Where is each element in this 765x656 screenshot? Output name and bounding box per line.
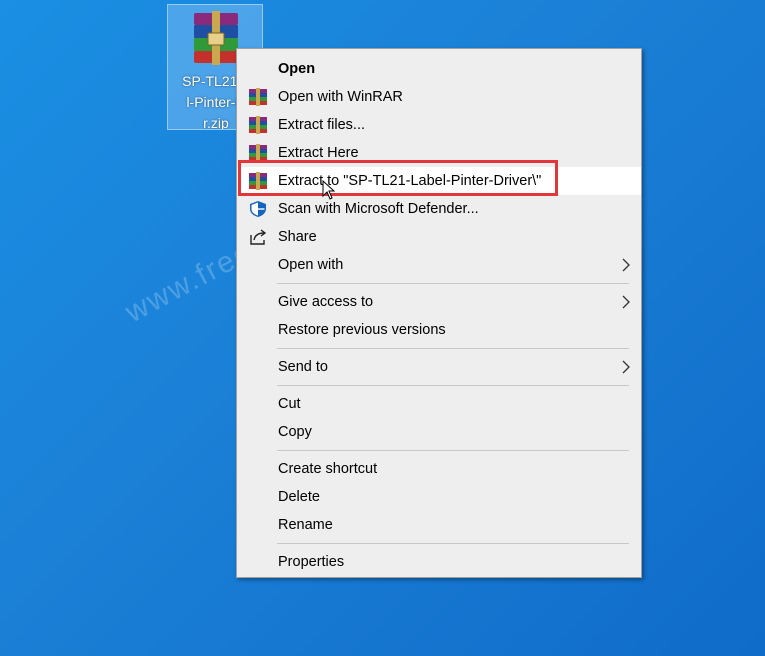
defender-shield-icon — [250, 201, 266, 217]
chevron-right-icon — [622, 295, 630, 309]
winrar-icon — [249, 144, 267, 162]
menu-item-label: Open with WinRAR — [278, 89, 403, 105]
winrar-icon — [249, 172, 267, 190]
chevron-right-icon — [622, 360, 630, 374]
menu-item-rename[interactable]: Rename — [237, 511, 641, 539]
menu-item-label: Properties — [278, 554, 345, 570]
menu-item-send-to[interactable]: Send to — [237, 353, 641, 381]
menu-item-label: Rename — [278, 517, 333, 533]
menu-item-label: Copy — [278, 424, 312, 440]
menu-separator — [277, 348, 629, 349]
menu-item-cut[interactable]: Cut — [237, 390, 641, 418]
menu-item-share[interactable]: Share — [237, 223, 641, 251]
menu-item-label: Restore previous versions — [278, 322, 446, 338]
menu-item-create-shortcut[interactable]: Create shortcut — [237, 455, 641, 483]
menu-separator — [277, 450, 629, 451]
menu-separator — [277, 385, 629, 386]
menu-item-scan-defender[interactable]: Scan with Microsoft Defender... — [237, 195, 641, 223]
menu-separator — [277, 283, 629, 284]
menu-item-open-with-winrar[interactable]: Open with WinRAR — [237, 83, 641, 111]
menu-item-label: Extract files... — [278, 117, 366, 133]
menu-item-give-access-to[interactable]: Give access to — [237, 288, 641, 316]
winrar-icon — [249, 116, 267, 134]
menu-item-extract-here[interactable]: Extract Here — [237, 139, 641, 167]
winrar-archive-icon — [194, 11, 238, 65]
menu-item-label: Delete — [278, 489, 320, 505]
menu-separator — [277, 543, 629, 544]
menu-item-label: Extract to "SP-TL21-Label-Pinter-Driver\… — [278, 173, 542, 189]
menu-item-label: Extract Here — [278, 145, 359, 161]
menu-item-label: Share — [278, 229, 317, 245]
menu-item-copy[interactable]: Copy — [237, 418, 641, 446]
menu-item-extract-to-folder[interactable]: Extract to "SP-TL21-Label-Pinter-Driver\… — [237, 167, 641, 195]
menu-item-extract-files[interactable]: Extract files... — [237, 111, 641, 139]
menu-item-restore-previous-versions[interactable]: Restore previous versions — [237, 316, 641, 344]
menu-item-label: Send to — [278, 359, 328, 375]
context-menu: Open Open with WinRAR Extract files... E… — [236, 48, 642, 578]
menu-item-label: Open with — [278, 257, 344, 273]
menu-item-open-with[interactable]: Open with — [237, 251, 641, 279]
chevron-right-icon — [622, 258, 630, 272]
mouse-cursor-icon — [322, 180, 336, 200]
menu-item-label: Scan with Microsoft Defender... — [278, 201, 479, 217]
menu-item-label: Give access to — [278, 294, 374, 310]
menu-item-label: Cut — [278, 396, 301, 412]
menu-item-open[interactable]: Open — [237, 55, 641, 83]
menu-item-delete[interactable]: Delete — [237, 483, 641, 511]
menu-item-properties[interactable]: Properties — [237, 548, 641, 576]
winrar-icon — [249, 88, 267, 106]
menu-item-label: Create shortcut — [278, 461, 378, 477]
menu-item-label: Open — [278, 61, 316, 77]
share-icon — [250, 229, 267, 245]
